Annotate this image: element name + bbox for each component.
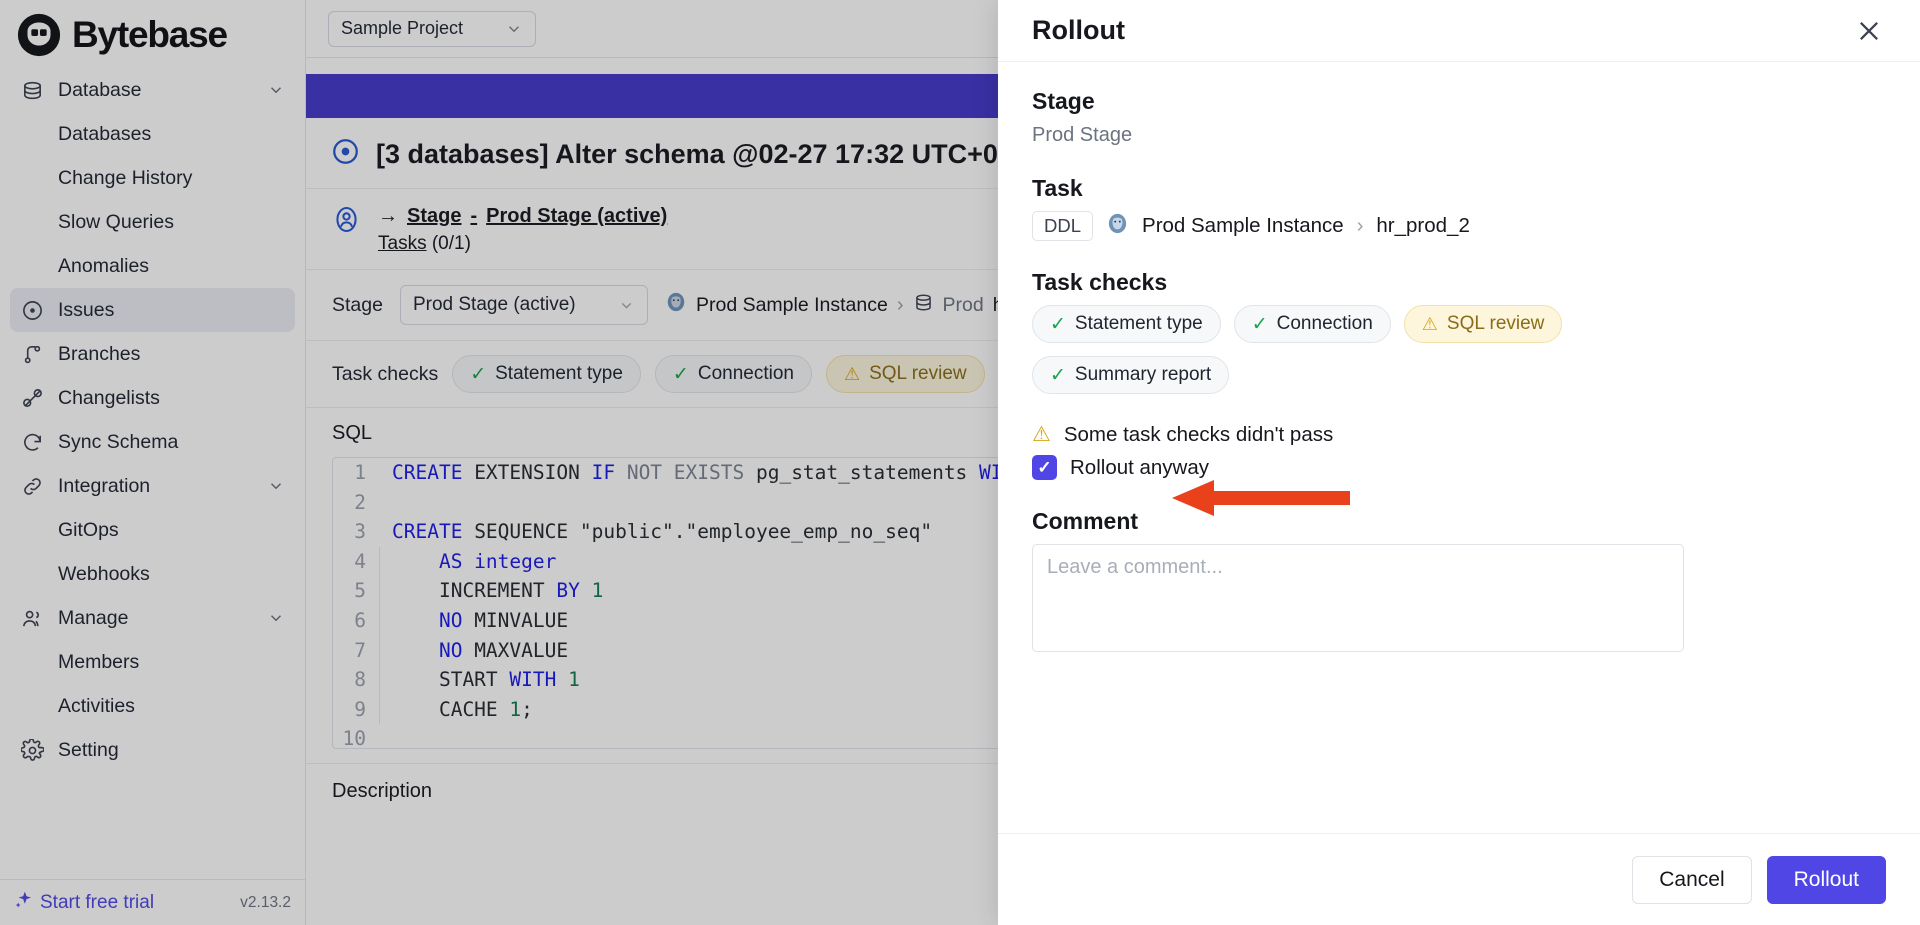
drawer-task-checks-section: Task checks ✓ Statement type ✓ Connectio…: [1032, 269, 1886, 394]
task-check-statement-type[interactable]: ✓ Statement type: [1032, 305, 1221, 343]
drawer-comment-section: Comment: [1032, 508, 1886, 657]
task-checks-heading: Task checks: [1032, 269, 1168, 295]
comment-input[interactable]: [1032, 544, 1684, 652]
drawer-footer: Cancel Rollout: [998, 833, 1920, 925]
check-pass-icon: ✓: [1050, 364, 1066, 386]
task-heading: Task: [1032, 175, 1083, 201]
task-database-name: hr_prod_2: [1376, 214, 1470, 237]
task-check-label: SQL review: [1446, 313, 1545, 334]
comment-heading: Comment: [1032, 508, 1139, 534]
warning-triangle-icon: ⚠: [1421, 313, 1438, 334]
cancel-button[interactable]: Cancel: [1632, 855, 1752, 904]
drawer-header: Rollout: [998, 0, 1920, 62]
task-check-connection[interactable]: ✓ Connection: [1233, 305, 1391, 343]
drawer-warning-section: ⚠ Some task checks didn't pass ✓ Rollout…: [1032, 422, 1886, 480]
rollout-anyway-label: Rollout anyway: [1070, 455, 1210, 479]
chevron-right-icon: ›: [1356, 214, 1364, 237]
task-instance-name: Prod Sample Instance: [1142, 214, 1344, 237]
task-check-label: Connection: [1276, 313, 1373, 334]
drawer-task-section: Task DDL Prod Sample Instance › hr_prod_…: [1032, 175, 1886, 241]
stage-heading: Stage: [1032, 88, 1095, 114]
drawer-title: Rollout: [1032, 15, 1125, 45]
task-check-label: Statement type: [1074, 313, 1203, 334]
warning-triangle-icon: ⚠: [1032, 423, 1051, 446]
stage-value: Prod Stage: [1032, 124, 1133, 146]
checks-warning: ⚠ Some task checks didn't pass: [1032, 422, 1886, 447]
task-type-badge: DDL: [1032, 211, 1094, 241]
task-breadcrumb: DDL Prod Sample Instance › hr_prod_2: [1032, 211, 1886, 241]
task-check-summary-report[interactable]: ✓ Summary report: [1032, 356, 1230, 394]
rollout-drawer: Rollout Stage Prod Stage Task DDL Prod S…: [998, 0, 1920, 925]
postgres-icon: [1106, 212, 1129, 241]
check-pass-icon: ✓: [1251, 313, 1268, 335]
task-check-label: Summary report: [1074, 364, 1212, 385]
drawer-body: Stage Prod Stage Task DDL Prod Sample In…: [998, 62, 1920, 833]
checks-warning-text: Some task checks didn't pass: [1063, 422, 1334, 446]
task-checks-list: ✓ Statement type ✓ Connection ⚠ SQL revi…: [1032, 305, 1692, 394]
rollout-anyway-checkbox[interactable]: ✓: [1032, 455, 1057, 480]
rollout-button[interactable]: Rollout: [1766, 855, 1886, 904]
close-icon[interactable]: [1852, 14, 1886, 48]
check-pass-icon: ✓: [1050, 313, 1066, 335]
task-check-sql-review[interactable]: ⚠ SQL review: [1403, 305, 1563, 343]
drawer-stage-section: Stage Prod Stage: [1032, 88, 1886, 147]
rollout-anyway-row[interactable]: ✓ Rollout anyway: [1032, 455, 1886, 480]
